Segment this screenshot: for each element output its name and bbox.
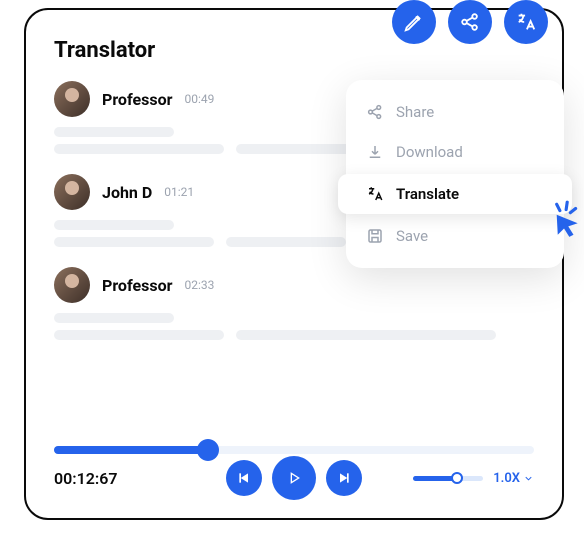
skip-back-icon [236,470,252,486]
share-icon [366,103,384,121]
menu-item-label: Translate [396,185,459,203]
transcript-lines [54,313,534,340]
menu-item-label: Share [396,103,434,121]
speaker-name: Professor [102,276,172,295]
menu-item-save[interactable]: Save [346,216,564,256]
entry-timestamp: 00:49 [184,92,214,106]
current-time: 00:12:67 [54,469,174,488]
context-menu: Share Download Translate Save [346,80,564,268]
translate-icon [366,185,384,203]
avatar [54,174,90,210]
cursor-click-indicator [542,198,584,244]
menu-item-label: Save [396,227,428,245]
text-skeleton [54,127,174,137]
transport-controls [226,456,362,500]
progress-fill [54,446,208,454]
share-button[interactable] [448,0,492,44]
text-skeleton [54,144,224,154]
avatar [54,81,90,117]
text-skeleton [236,330,496,340]
speed-control: 1.0X [413,471,534,486]
avatar [54,267,90,303]
entry-timestamp: 02:33 [184,278,214,292]
save-icon [366,227,384,245]
edit-button[interactable] [392,0,436,44]
speed-value: 1.0X [493,471,520,486]
translator-card: Translator Professor 00:49 John D 01:21 [24,8,564,520]
progress-track[interactable] [54,446,534,454]
entry-timestamp: 01:21 [164,185,194,199]
prev-button[interactable] [226,460,262,496]
text-skeleton [54,313,174,323]
menu-item-label: Download [396,143,463,161]
speaker-name: John D [102,183,152,202]
skip-forward-icon [336,470,352,486]
translate-button[interactable] [504,0,548,44]
entry-header: Professor 02:33 [54,267,534,303]
playback-controls: 00:12:67 1.0X [54,456,534,500]
text-skeleton [54,220,174,230]
speed-thumb[interactable] [451,472,463,484]
translate-icon [515,11,537,33]
speed-slider[interactable] [413,476,483,481]
text-skeleton [54,237,214,247]
play-button[interactable] [272,456,316,500]
text-skeleton [226,237,346,247]
playback-progress[interactable] [54,446,534,454]
speed-selector[interactable]: 1.0X [493,471,534,486]
menu-item-share[interactable]: Share [346,92,564,132]
share-icon [459,11,481,33]
chevron-down-icon [523,473,534,484]
menu-item-translate[interactable]: Translate [338,174,572,214]
pencil-icon [403,11,425,33]
next-button[interactable] [326,460,362,496]
menu-item-download[interactable]: Download [346,132,564,172]
text-skeleton [54,330,224,340]
transcript-entry: Professor 02:33 [54,267,534,340]
speaker-name: Professor [102,90,172,109]
play-icon [286,470,302,486]
download-icon [366,143,384,161]
header-action-bar [392,0,548,44]
